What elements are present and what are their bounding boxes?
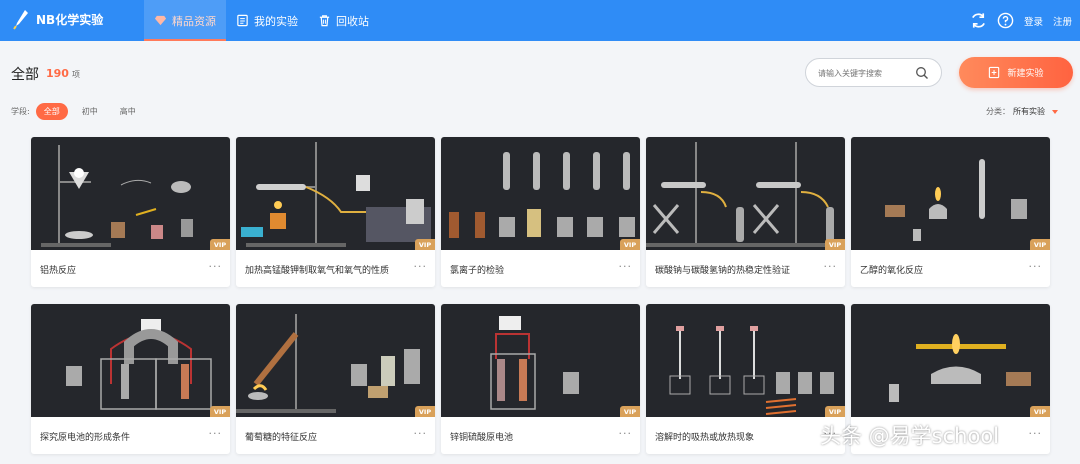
experiment-thumbnail: VIP	[441, 304, 640, 417]
search-box	[805, 58, 942, 87]
vip-badge: VIP	[620, 406, 640, 417]
vip-badge: VIP	[415, 239, 435, 250]
document-icon	[237, 14, 248, 27]
experiment-thumbnail: VIP	[236, 304, 435, 417]
search-input[interactable]	[818, 66, 913, 80]
refresh-icon[interactable]	[970, 12, 987, 29]
experiment-card[interactable]: VIP 铝热反应 ···	[31, 137, 230, 287]
more-options-icon[interactable]: ···	[414, 260, 428, 273]
more-options-icon[interactable]: ···	[209, 427, 223, 440]
category-select[interactable]: 分类： 所有实验	[986, 106, 1058, 117]
dropper-icon	[13, 10, 28, 30]
experiment-thumbnail: VIP	[31, 304, 230, 417]
apparatus-illustration	[66, 319, 212, 410]
card-title: 探究原电池的形成条件	[40, 433, 131, 443]
experiment-thumbnail: VIP	[646, 137, 845, 250]
more-options-icon[interactable]: ···	[209, 260, 223, 273]
experiment-card[interactable]: VIP 锌铜硫酸原电池 ···	[441, 304, 640, 454]
apparatus-illustration	[889, 334, 1031, 402]
result-count-unit: 项	[72, 70, 80, 79]
apparatus-illustration	[241, 142, 431, 247]
vip-badge: VIP	[210, 406, 230, 417]
vip-badge: VIP	[210, 239, 230, 250]
experiment-thumbnail: VIP	[851, 304, 1050, 417]
vip-badge: VIP	[620, 239, 640, 250]
nav-label: 回收站	[336, 14, 369, 28]
category-label: 分类：	[986, 107, 1010, 116]
apparatus-illustration	[885, 159, 1027, 241]
category-value: 所有实验	[1013, 107, 1045, 116]
apparatus-illustration	[449, 152, 635, 238]
experiment-thumbnail: VIP	[236, 137, 435, 250]
vip-badge: VIP	[825, 406, 845, 417]
more-options-icon[interactable]: ···	[1029, 260, 1043, 273]
apparatus-illustration	[490, 316, 579, 410]
apparatus-illustration	[41, 145, 193, 247]
app-logo[interactable]: NB化学实验	[12, 8, 103, 30]
experiment-thumbnail: VIP	[851, 137, 1050, 250]
register-link[interactable]: 注册	[1053, 14, 1072, 28]
caret-down-icon	[1052, 109, 1058, 114]
experiment-card[interactable]: VIP 碳酸钠与碳酸氢钠的热稳定性验证 ···	[646, 137, 845, 287]
nav-item-premium[interactable]: 精品资源	[144, 0, 226, 41]
card-title: 加热高锰酸钾制取氧气和氧气的性质	[245, 266, 390, 276]
apparatus-illustration	[669, 326, 834, 415]
trash-icon	[319, 15, 330, 27]
stage-chip-senior[interactable]: 高中	[112, 103, 144, 120]
apparatus-illustration	[236, 314, 420, 413]
nav-label: 精品资源	[172, 14, 216, 28]
card-title: 氯离子的检验	[450, 266, 505, 276]
card-title: 铝热反应	[40, 266, 77, 276]
vip-badge: VIP	[825, 239, 845, 250]
stage-chip-all[interactable]: 全部	[35, 103, 68, 120]
experiment-thumbnail: VIP	[31, 137, 230, 250]
stage-filter-label: 学段:	[11, 107, 30, 116]
page-title: 全部	[11, 67, 39, 83]
card-title: 碳酸钠与碳酸氢钠的热稳定性验证	[655, 266, 791, 276]
experiment-card[interactable]: VIP 氯离子的检验 ···	[441, 137, 640, 287]
stage-filter: 学段: 全部 初中 高中	[11, 103, 144, 120]
more-options-icon[interactable]: ···	[619, 427, 633, 440]
stage-chip-junior[interactable]: 初中	[74, 103, 106, 120]
card-title: 溶解时的吸热或放热现象	[655, 433, 755, 443]
more-options-icon[interactable]: ···	[414, 427, 428, 440]
top-right-actions: 登录 注册	[970, 0, 1072, 41]
result-count: 190	[46, 67, 69, 80]
vip-badge: VIP	[415, 406, 435, 417]
login-link[interactable]: 登录	[1024, 14, 1043, 28]
experiment-card[interactable]: VIP 探究原电池的形成条件 ···	[31, 304, 230, 454]
experiment-card[interactable]: VIP 溶解时的吸热或放热现象 ···	[646, 304, 845, 454]
card-title: 乙醇的氧化反应	[860, 266, 924, 276]
nav-item-recycle-bin[interactable]: 回收站	[308, 0, 379, 41]
search-icon[interactable]	[915, 66, 929, 80]
more-options-icon[interactable]: ···	[824, 260, 838, 273]
app-name: NB化学实验	[36, 12, 104, 27]
nav-label: 我的实验	[254, 14, 298, 28]
watermark: 头条 @易学school	[820, 424, 1000, 448]
top-bar: NB化学实验 精品资源 我的实验 回收站 登录 注册	[0, 0, 1080, 41]
apparatus-illustration	[646, 142, 845, 247]
main-nav: 精品资源 我的实验 回收站	[144, 0, 379, 41]
diamond-icon	[154, 15, 167, 26]
new-experiment-button[interactable]: 新建实验	[959, 57, 1073, 88]
experiment-thumbnail: VIP	[441, 137, 640, 250]
experiment-card[interactable]: VIP 加热高锰酸钾制取氧气和氧气的性质 ···	[236, 137, 435, 287]
experiment-card[interactable]: VIP 葡萄糖的特征反应 ···	[236, 304, 435, 454]
experiment-thumbnail: VIP	[646, 304, 845, 417]
help-icon[interactable]	[997, 12, 1014, 29]
vip-badge: VIP	[1030, 406, 1050, 417]
vip-badge: VIP	[1030, 239, 1050, 250]
new-document-icon	[989, 66, 1000, 79]
experiment-card[interactable]: VIP 乙醇的氧化反应 ···	[851, 137, 1050, 287]
card-title: 葡萄糖的特征反应	[245, 433, 318, 443]
card-title: 锌铜硫酸原电池	[450, 433, 514, 443]
nav-item-my-experiments[interactable]: 我的实验	[226, 0, 308, 41]
more-options-icon[interactable]: ···	[619, 260, 633, 273]
new-experiment-label: 新建实验	[1007, 69, 1044, 79]
more-options-icon[interactable]: ···	[1029, 427, 1043, 440]
